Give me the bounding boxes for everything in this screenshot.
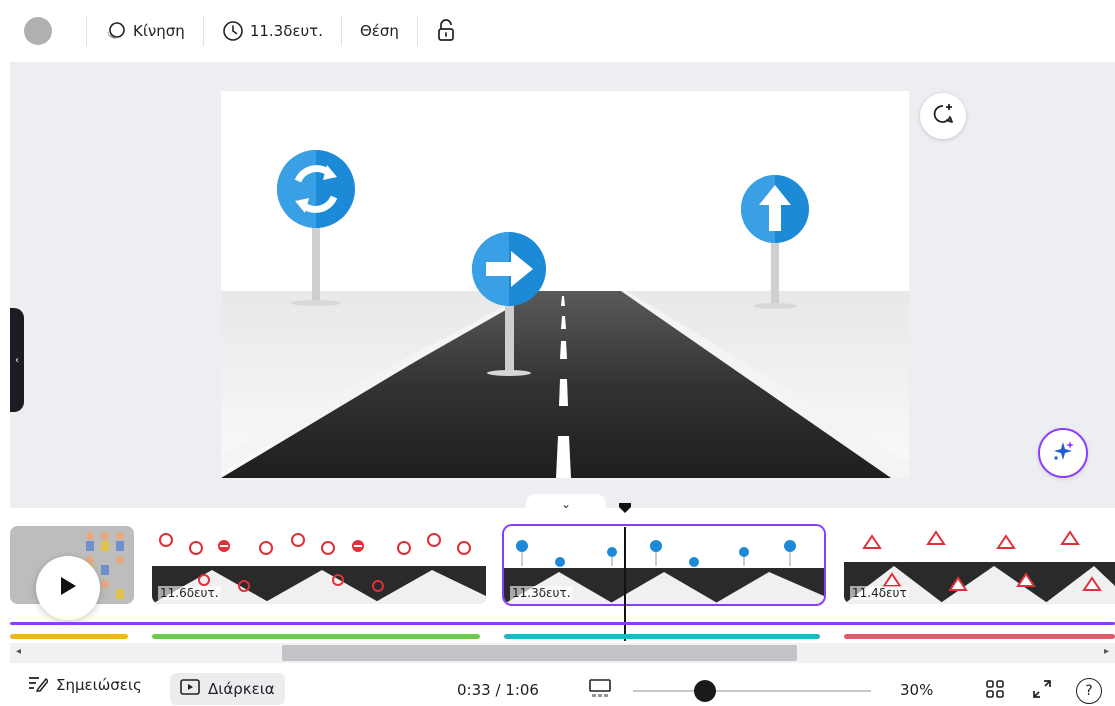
help-button[interactable]: ? (1076, 678, 1102, 704)
duration-label: 11.3δευτ. (249, 22, 323, 40)
top-toolbar: Κίνηση 11.3δευτ. Θέση (0, 0, 1115, 62)
animation-icon (105, 21, 127, 41)
grid-icon (985, 679, 1005, 703)
divider (86, 16, 87, 46)
timeline-clip-4[interactable]: 11.4δευτ (844, 526, 1115, 604)
divider (416, 16, 418, 46)
zoom-slider-track[interactable] (633, 690, 871, 692)
timeline-clip-3[interactable]: 11.3δευτ. (504, 526, 824, 604)
grid-view-button[interactable] (984, 680, 1006, 702)
play-box-icon (180, 679, 200, 699)
notes-button[interactable]: Σημειώσεις (28, 674, 142, 696)
fullscreen-button[interactable] (1030, 680, 1054, 702)
side-panel-toggle[interactable]: ‹ (10, 308, 24, 412)
clip-2-color-bar (152, 634, 480, 639)
animation-button[interactable]: Κίνηση (101, 13, 189, 49)
playback-time: 0:33 / 1:06 (457, 681, 539, 699)
animation-label: Κίνηση (133, 22, 185, 40)
scroll-left-arrow-icon[interactable]: ◂ (16, 646, 21, 657)
color-swatch[interactable] (24, 17, 52, 45)
timeline-view-icon (589, 679, 611, 703)
scroll-right-arrow-icon[interactable]: ▸ (1104, 646, 1109, 657)
bottom-bar (0, 664, 1115, 706)
duration-button[interactable]: 11.3δευτ. (218, 13, 327, 49)
chevron-left-icon: ‹ (15, 354, 19, 366)
add-comment-button[interactable] (920, 93, 966, 139)
clip-duration-label: 11.4δευτ (850, 586, 909, 600)
expand-icon (1031, 678, 1053, 704)
clip-duration-label: 11.3δευτ. (510, 586, 573, 600)
audio-track-line[interactable] (10, 622, 1115, 625)
unlock-icon (436, 19, 456, 43)
duration-label: Διάρκεια (208, 680, 275, 698)
sparkle-icon (1050, 438, 1076, 468)
zoom-slider-thumb[interactable] (694, 680, 716, 702)
zoom-percentage: 30% (900, 681, 934, 699)
timeline-clip-2[interactable]: 11.6δευτ. (152, 526, 486, 604)
duration-toggle-button[interactable]: Διάρκεια (170, 673, 285, 705)
clip-3-color-bar (504, 634, 820, 639)
position-button[interactable]: Θέση (356, 13, 403, 49)
clip-1-color-bar (10, 634, 128, 639)
notes-label: Σημειώσεις (56, 676, 142, 694)
clip-duration-label: 11.6δευτ. (158, 586, 221, 600)
road-signs-illustration (221, 91, 909, 478)
unlock-button[interactable] (432, 13, 460, 49)
clock-icon (222, 20, 244, 42)
divider (340, 16, 342, 46)
slide-canvas[interactable] (221, 91, 909, 478)
clip-4-color-bar (844, 634, 1115, 639)
timeline-scrollbar-thumb[interactable] (282, 645, 797, 661)
timeline-view-button[interactable] (588, 679, 612, 703)
help-icon: ? (1085, 683, 1093, 699)
position-label: Θέση (359, 22, 399, 40)
playhead-marker[interactable] (619, 503, 631, 513)
play-button[interactable] (36, 556, 100, 620)
play-icon (58, 575, 78, 601)
notes-icon (28, 674, 50, 696)
comment-plus-icon (931, 102, 955, 130)
magic-assistant-button[interactable] (1038, 428, 1088, 478)
divider (202, 16, 204, 46)
